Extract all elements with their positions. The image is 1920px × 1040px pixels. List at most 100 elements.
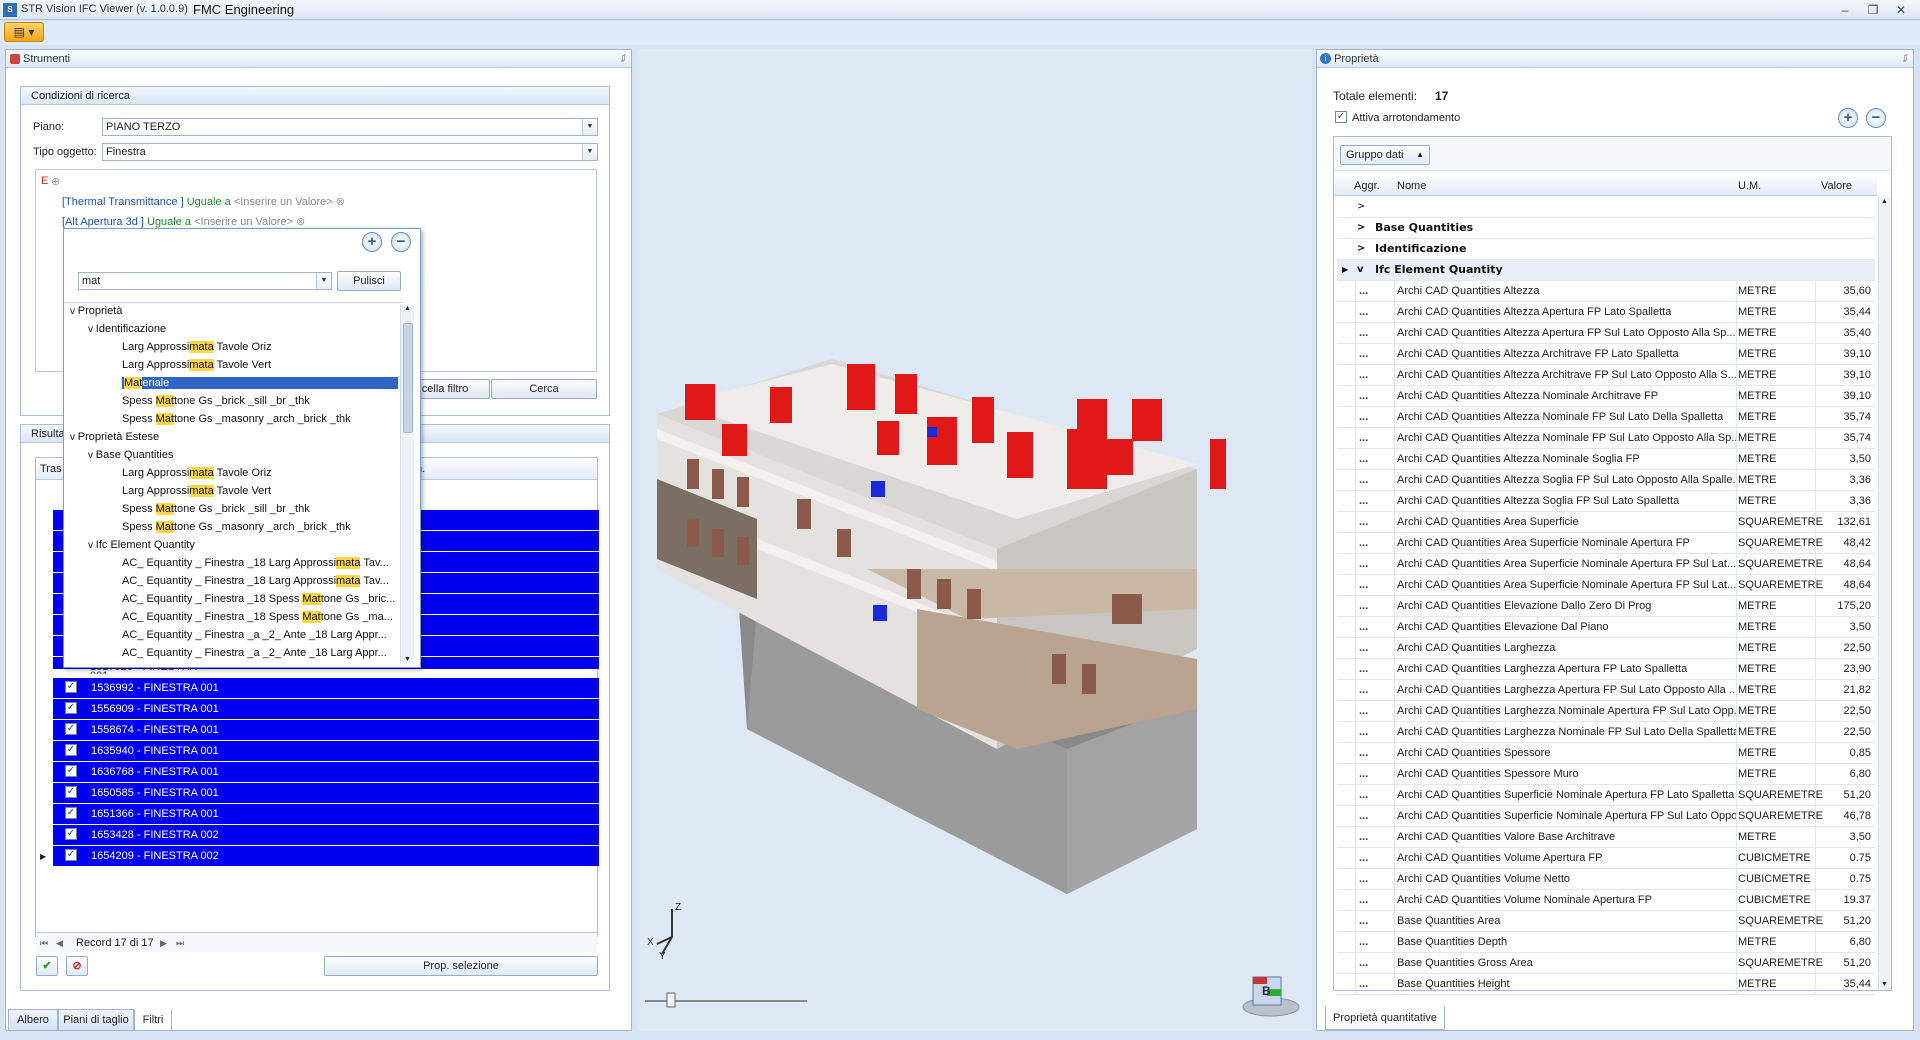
group-row-identificazione[interactable]: > Identificazione bbox=[1337, 239, 1875, 260]
field-tree-item[interactable]: Materiale bbox=[122, 377, 398, 389]
table-row[interactable]: ... Archi CAD Quantities Altezza METRE 35,6… bbox=[1337, 281, 1875, 302]
condition-field[interactable]: [Alt Apertura 3d ] bbox=[62, 216, 144, 228]
group-data-button[interactable]: Gruppo dati ▲ bbox=[1340, 145, 1430, 165]
field-tree-item[interactable]: Larg Approssimata Tavole Oriz bbox=[122, 341, 272, 353]
row-checkbox[interactable]: ✓ bbox=[65, 723, 77, 735]
table-row[interactable]: ... Archi CAD Quantities Area Superficie … bbox=[1337, 554, 1875, 575]
row-checkbox[interactable]: ✓ bbox=[65, 849, 77, 861]
row-ellipsis[interactable]: ... bbox=[1359, 680, 1383, 700]
row-ellipsis[interactable]: ... bbox=[1359, 428, 1383, 448]
row-ellipsis[interactable]: ... bbox=[1359, 827, 1383, 847]
condition-row[interactable]: [Thermal Transmittance ] Uguale a <Inser… bbox=[62, 195, 345, 208]
minimize-icon[interactable]: – bbox=[1836, 2, 1854, 18]
chevron-right-icon[interactable]: > bbox=[1357, 239, 1365, 259]
table-row[interactable]: ... Archi CAD Quantities Area Superficie S… bbox=[1337, 512, 1875, 533]
scrollbar-thumb[interactable] bbox=[403, 323, 413, 433]
table-row[interactable]: ... Archi CAD Quantities Altezza Architra… bbox=[1337, 365, 1875, 386]
table-row[interactable]: ✓ 1653428 - FINESTRA 002 bbox=[53, 825, 599, 845]
table-row[interactable]: ... Archi CAD Quantities Altezza Nominale… bbox=[1337, 449, 1875, 470]
row-ellipsis[interactable]: ... bbox=[1359, 617, 1383, 637]
row-ellipsis[interactable]: ... bbox=[1359, 764, 1383, 784]
table-row[interactable]: ✓ 1556909 - FINESTRA 001 bbox=[53, 699, 599, 719]
row-ellipsis[interactable]: ... bbox=[1359, 701, 1383, 721]
table-row[interactable]: ... Archi CAD Quantities Altezza Soglia F… bbox=[1337, 470, 1875, 491]
table-row[interactable]: ... Archi CAD Quantities Larghezza Apertu… bbox=[1337, 680, 1875, 701]
table-row[interactable]: ... Archi CAD Quantities Volume Apertura … bbox=[1337, 848, 1875, 869]
prev-record-icon[interactable]: ◀ bbox=[56, 933, 63, 953]
table-row[interactable]: ... Base Quantities Gross Area SQUAREMETRE… bbox=[1337, 953, 1875, 974]
table-row[interactable]: ✓ 1650585 - FINESTRA 001 bbox=[53, 783, 599, 803]
field-tree-item[interactable]: v Proprietà Estese bbox=[70, 431, 159, 443]
close-icon[interactable]: ✕ bbox=[1892, 2, 1910, 18]
chevron-down-icon[interactable]: v bbox=[70, 306, 78, 317]
row-ellipsis[interactable]: ... bbox=[1359, 638, 1383, 658]
remove-condition-icon[interactable]: ⊗ bbox=[336, 196, 345, 208]
row-ellipsis[interactable]: ... bbox=[1359, 344, 1383, 364]
table-row[interactable]: ... Archi CAD Quantities Larghezza Nomina… bbox=[1337, 701, 1875, 722]
field-tree-item[interactable]: Spess Mattone Gs _brick _sill _br _thk bbox=[122, 395, 310, 407]
row-ellipsis[interactable]: ... bbox=[1359, 953, 1383, 973]
row-checkbox[interactable]: ✓ bbox=[65, 765, 77, 777]
condition-value[interactable]: <Inserire un Valore> bbox=[194, 216, 293, 228]
table-row[interactable]: ... Archi CAD Quantities Altezza Nominale… bbox=[1337, 386, 1875, 407]
row-ellipsis[interactable]: ... bbox=[1359, 449, 1383, 469]
search-button[interactable]: Cerca bbox=[491, 379, 597, 399]
table-row[interactable]: ... Archi CAD Quantities Spessore Muro MET… bbox=[1337, 764, 1875, 785]
table-row[interactable]: ... Base Quantities Height METRE 35,44 bbox=[1337, 974, 1875, 995]
chevron-down-icon[interactable]: v bbox=[70, 432, 78, 443]
field-tree-item[interactable]: Larg Approssimata Tavole Vert bbox=[122, 485, 271, 497]
row-ellipsis[interactable]: ... bbox=[1359, 575, 1383, 595]
piano-select[interactable]: PIANO TERZO ▼ bbox=[102, 118, 598, 136]
pin-icon[interactable]: ⎎ bbox=[1903, 50, 1908, 68]
table-row[interactable]: ... Archi CAD Quantities Altezza Apertura… bbox=[1337, 302, 1875, 323]
3d-viewer[interactable]: Z X Y B bbox=[637, 49, 1312, 1031]
table-row[interactable]: ... Archi CAD Quantities Valore Base Arch… bbox=[1337, 827, 1875, 848]
last-record-icon[interactable]: ⏭ bbox=[176, 933, 184, 953]
tab-filtri[interactable]: Filtri bbox=[134, 1009, 172, 1031]
condition-field[interactable]: [Thermal Transmittance ] bbox=[62, 196, 184, 208]
row-ellipsis[interactable]: ... bbox=[1359, 911, 1383, 931]
row-ellipsis[interactable]: ... bbox=[1359, 302, 1383, 322]
confirm-icon[interactable]: ✔ bbox=[36, 956, 58, 976]
row-ellipsis[interactable]: ... bbox=[1359, 659, 1383, 679]
field-tree-item[interactable]: AC_ Equantity _ Finestra _a _2_ Ante _18… bbox=[122, 647, 387, 659]
rounding-checkbox[interactable]: ✓ bbox=[1335, 111, 1347, 123]
scroll-down-icon[interactable]: ▼ bbox=[1881, 981, 1888, 988]
table-row[interactable]: ✓ 1558674 - FINESTRA 001 bbox=[53, 720, 599, 740]
first-record-icon[interactable]: ⏮ bbox=[40, 933, 48, 953]
row-ellipsis[interactable]: ... bbox=[1359, 554, 1383, 574]
table-row[interactable]: ... Archi CAD Quantities Altezza Nominale… bbox=[1337, 428, 1875, 449]
add-icon[interactable]: + bbox=[362, 232, 382, 252]
pin-icon[interactable]: ⎎ bbox=[621, 50, 626, 68]
prop-selezione-button[interactable]: Prop. selezione bbox=[324, 956, 598, 976]
row-ellipsis[interactable]: ... bbox=[1359, 470, 1383, 490]
chevron-down-icon[interactable]: ▼ bbox=[582, 144, 597, 160]
properties-scrollbar[interactable]: ▲ ▼ bbox=[1878, 197, 1891, 990]
table-row[interactable]: ... Archi CAD Quantities Volume Nominale … bbox=[1337, 890, 1875, 911]
group-row-base-quantities[interactable]: > Base Quantities bbox=[1337, 218, 1875, 239]
field-tree-item[interactable]: Larg Approssimata Tavole Vert bbox=[122, 359, 271, 371]
table-row[interactable]: ... Archi CAD Quantities Superficie Nomin… bbox=[1337, 806, 1875, 827]
chevron-right-icon[interactable]: > bbox=[1357, 218, 1365, 238]
next-record-icon[interactable]: ▶ bbox=[160, 933, 167, 953]
field-tree-item[interactable]: v Proprietà bbox=[70, 305, 122, 317]
tab-albero[interactable]: Albero bbox=[8, 1009, 58, 1031]
table-row[interactable]: ✓ 1635940 - FINESTRA 001 bbox=[53, 741, 599, 761]
table-row[interactable]: ... Archi CAD Quantities Spessore METRE 0,8… bbox=[1337, 743, 1875, 764]
table-row[interactable]: ✓ 1651366 - FINESTRA 001 bbox=[53, 804, 599, 824]
field-tree-item[interactable]: Larg Approssimata Tavole Oriz bbox=[122, 467, 272, 479]
field-tree-item[interactable]: Spess Mattone Gs _masonry _arch _brick _… bbox=[122, 413, 351, 425]
tab-piani-di-taglio[interactable]: Piani di taglio bbox=[58, 1009, 134, 1031]
row-ellipsis[interactable]: ... bbox=[1359, 533, 1383, 553]
row-ellipsis[interactable]: ... bbox=[1359, 596, 1383, 616]
group-row-empty[interactable]: > bbox=[1337, 197, 1875, 218]
remove-condition-icon[interactable]: ⊗ bbox=[296, 216, 305, 228]
building-model[interactable] bbox=[637, 49, 1312, 1031]
field-tree-item[interactable]: Spess Mattone Gs _brick _sill _br _thk bbox=[122, 503, 310, 515]
row-ellipsis[interactable]: ... bbox=[1359, 491, 1383, 511]
table-row[interactable]: ... Archi CAD Quantities Altezza Soglia F… bbox=[1337, 491, 1875, 512]
row-checkbox[interactable]: ✓ bbox=[65, 828, 77, 840]
remove-icon[interactable]: − bbox=[391, 232, 411, 252]
row-ellipsis[interactable]: ... bbox=[1359, 806, 1383, 826]
filter-root-operator[interactable]: E bbox=[41, 175, 48, 187]
